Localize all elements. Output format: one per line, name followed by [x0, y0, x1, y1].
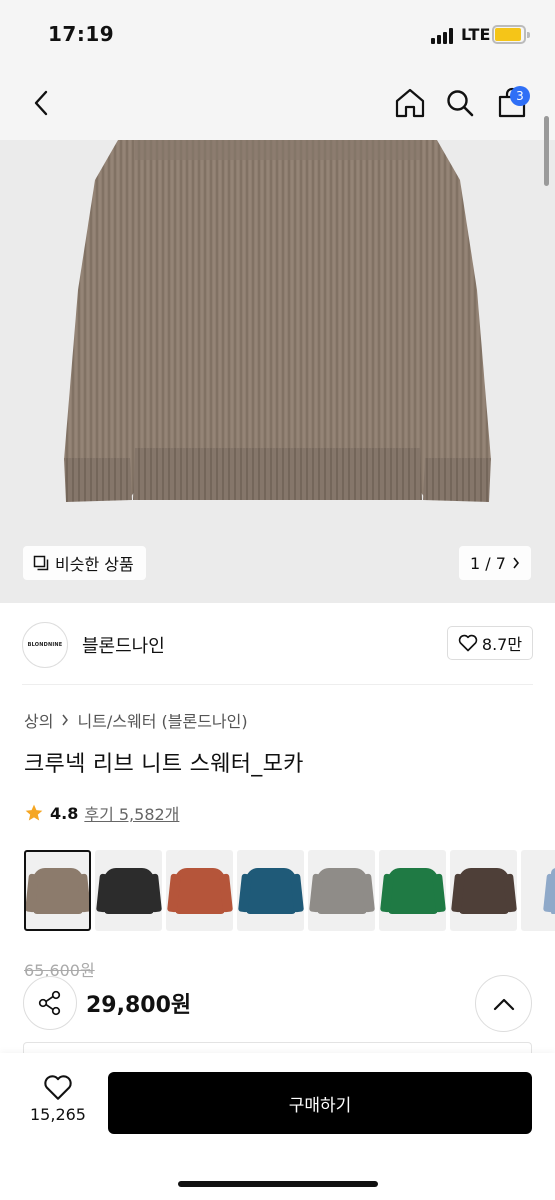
- swatch-image: [174, 867, 225, 914]
- swatch-image: [316, 867, 367, 914]
- heart-icon: [44, 1075, 72, 1100]
- share-icon: [38, 990, 61, 1016]
- sweater-image: [64, 140, 491, 502]
- home-icon[interactable]: [393, 85, 427, 121]
- swatch-image: [32, 867, 83, 914]
- breadcrumb-category[interactable]: 상의: [24, 708, 53, 732]
- page-indicator-text: 1 / 7: [470, 553, 506, 573]
- divider: [22, 684, 533, 685]
- product-title: 크루넥 리브 니트 스웨터_모카: [24, 752, 304, 777]
- heart-icon: [458, 634, 478, 652]
- signal-icon: [431, 28, 457, 44]
- color-swatch[interactable]: [24, 850, 91, 931]
- breadcrumb-subcategory[interactable]: 니트/스웨터 (블론드나인): [77, 708, 247, 732]
- chevron-right-icon: [62, 714, 69, 726]
- color-swatch[interactable]: [237, 850, 304, 931]
- brand-like-count: 8.7만: [481, 635, 523, 654]
- cart-count-badge: 3: [510, 86, 530, 106]
- network-label: LTE: [461, 25, 491, 44]
- product-image[interactable]: 비슷한 상품 1 / 7: [0, 140, 555, 603]
- buy-button[interactable]: 구매하기: [108, 1072, 532, 1134]
- image-page-indicator[interactable]: 1 / 7: [459, 546, 531, 580]
- sale-price: 29,800원: [86, 993, 192, 1018]
- chevron-up-icon: [493, 998, 514, 1010]
- wishlist-count: 15,265: [30, 1105, 86, 1124]
- share-button[interactable]: [23, 976, 77, 1030]
- swatch-image: [103, 867, 154, 914]
- swatch-image: [551, 867, 555, 914]
- brand-row[interactable]: BLONDNINE 블론드나인 8.7만: [22, 618, 533, 672]
- breadcrumb: 상의 니트/스웨터 (블론드나인): [24, 708, 248, 732]
- copy-icon: [33, 555, 49, 571]
- status-time: 17:19: [48, 22, 115, 46]
- rating-row: 4.8 후기 5,582개: [24, 801, 179, 825]
- swatch-image: [458, 867, 509, 914]
- swatch-image: [245, 867, 296, 914]
- color-swatch[interactable]: [166, 850, 233, 931]
- back-icon[interactable]: [24, 85, 58, 121]
- brand-like-button[interactable]: 8.7만: [447, 626, 533, 660]
- color-swatch[interactable]: [379, 850, 446, 931]
- similar-products-button[interactable]: 비슷한 상품: [23, 546, 146, 580]
- color-swatches: [24, 850, 555, 931]
- scrollbar[interactable]: [544, 116, 549, 186]
- brand-logo: BLONDNINE: [22, 622, 68, 668]
- home-indicator: [178, 1181, 378, 1187]
- chevron-right-icon: [513, 557, 519, 569]
- brand-name[interactable]: 블론드나인: [82, 632, 165, 658]
- similar-products-label: 비슷한 상품: [55, 555, 134, 574]
- rating-score: 4.8: [50, 803, 79, 823]
- battery-icon: [492, 25, 530, 44]
- color-swatch[interactable]: [308, 850, 375, 931]
- swatch-image: [387, 867, 438, 914]
- color-swatch[interactable]: [95, 850, 162, 931]
- scroll-to-top-button[interactable]: [475, 975, 532, 1032]
- search-icon[interactable]: [443, 85, 477, 121]
- color-swatch[interactable]: [521, 850, 555, 931]
- review-link[interactable]: 후기 5,582개: [84, 801, 179, 825]
- wishlist-button[interactable]: 15,265: [22, 1074, 94, 1132]
- star-icon: [25, 804, 43, 821]
- color-swatch[interactable]: [450, 850, 517, 931]
- nav-header: [0, 70, 555, 140]
- status-bar: 17:19 LTE: [0, 0, 555, 70]
